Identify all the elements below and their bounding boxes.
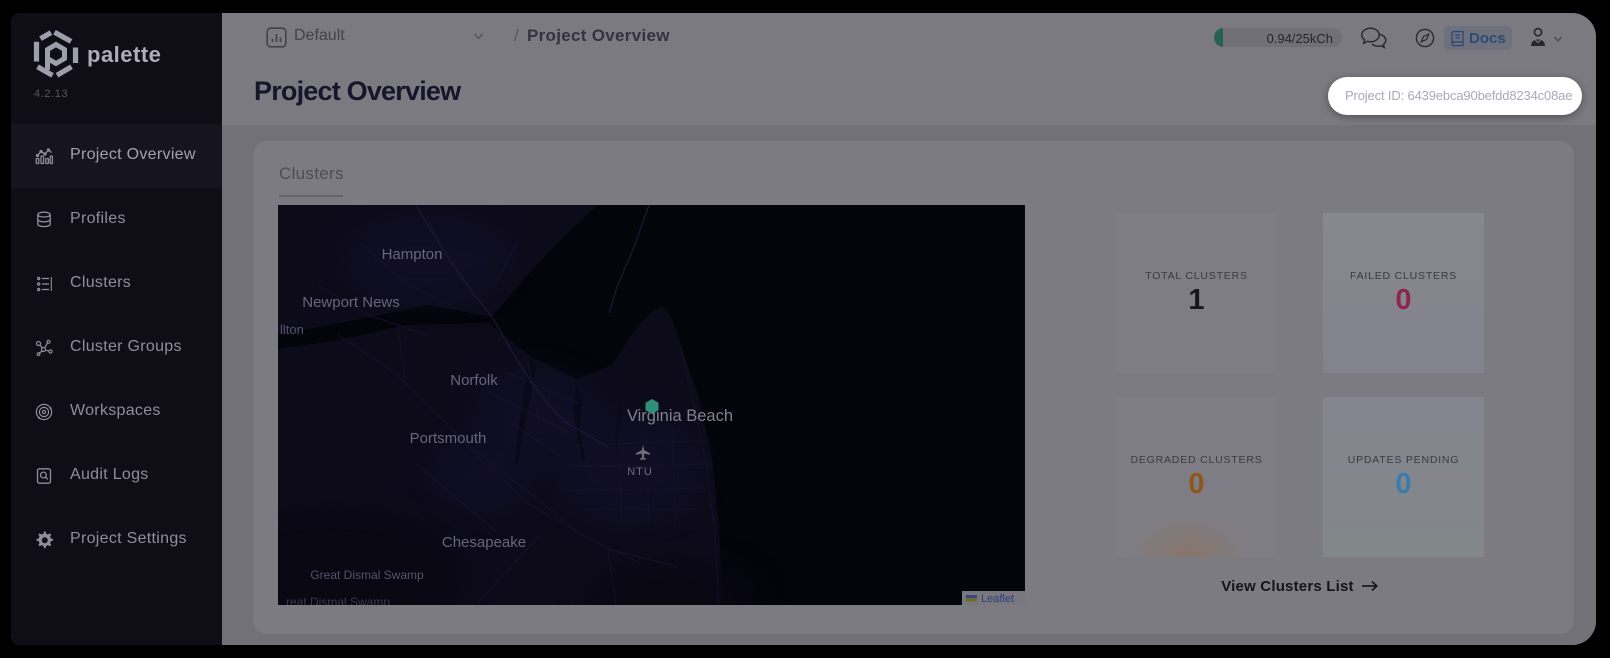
svg-text:Leaflet: Leaflet: [981, 593, 1014, 605]
svg-text:Newport News: Newport News: [302, 294, 400, 311]
svg-text:Virginia Beach: Virginia Beach: [627, 407, 733, 425]
svg-text:Norfolk: Norfolk: [450, 372, 498, 389]
svg-text:Hampton: Hampton: [382, 246, 443, 263]
svg-text:NTU: NTU: [627, 466, 653, 478]
svg-text:Great Dismal Swamp: Great Dismal Swamp: [310, 568, 424, 582]
svg-text:Portsmouth: Portsmouth: [410, 430, 487, 447]
svg-text:reat Dismal Swamp: reat Dismal Swamp: [286, 595, 390, 605]
svg-text:Chesapeake: Chesapeake: [442, 534, 526, 551]
svg-text:llton: llton: [280, 322, 304, 337]
